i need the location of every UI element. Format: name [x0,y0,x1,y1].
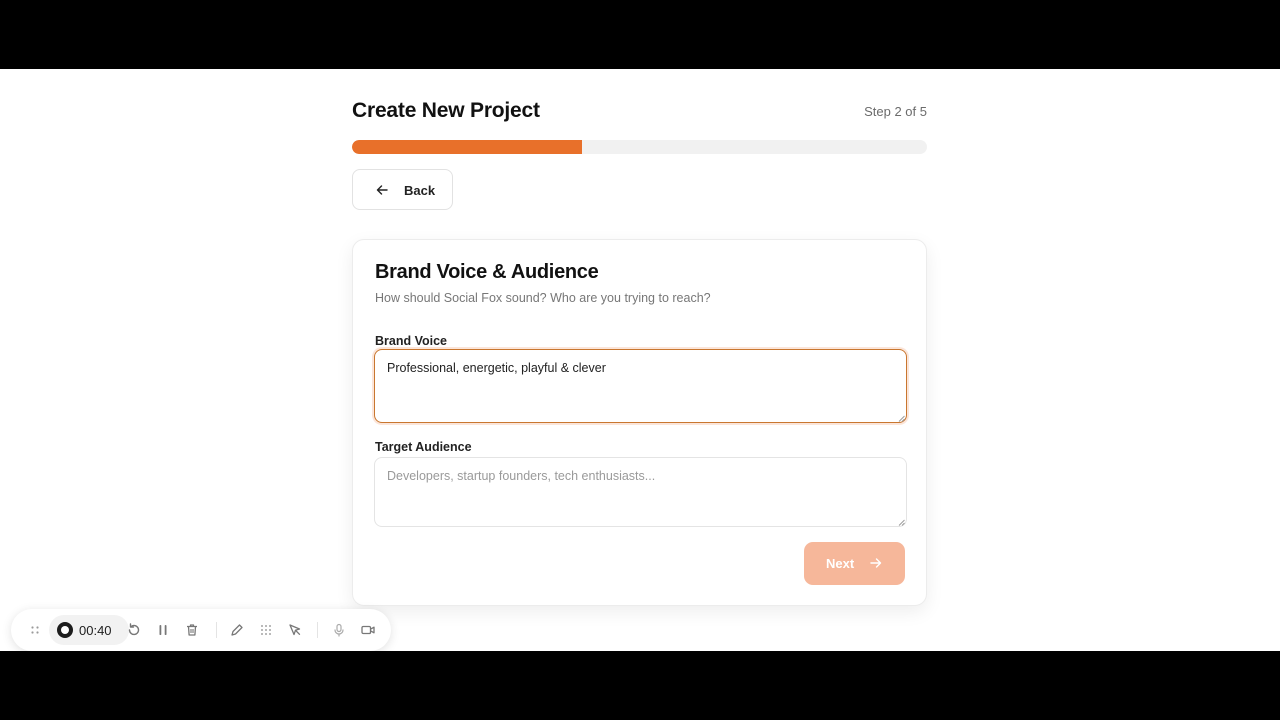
page-title: Create New Project [352,99,540,122]
grid-icon[interactable] [258,622,274,638]
step-indicator: Step 2 of 5 [864,104,927,119]
timer-text: 00:40 [79,623,112,638]
next-button[interactable]: Next [804,542,905,585]
recording-timer: 00:40 [49,615,129,645]
next-button-label: Next [826,556,855,571]
microphone-icon[interactable] [331,622,347,638]
wizard-header: Create New Project Step 2 of 5 [352,99,927,127]
target-audience-textarea[interactable] [374,457,907,527]
toolbar-divider [216,622,217,638]
restart-icon[interactable] [126,622,142,638]
drag-handle-icon[interactable] [27,622,43,638]
app-viewport: Create New Project Step 2 of 5 Back Bran… [0,69,1280,651]
back-button[interactable]: Back [352,169,453,210]
target-audience-label: Target Audience [375,440,472,454]
brand-voice-label: Brand Voice [375,334,448,348]
letterbox-bottom [0,651,1280,720]
toolbar-divider [317,622,318,638]
record-icon[interactable] [57,622,73,638]
arrow-left-icon [375,183,389,197]
arrow-right-icon [869,556,883,570]
recorder-toolbar: 00:40 [11,609,391,651]
camera-icon[interactable] [360,622,376,638]
card-subtitle: How should Social Fox sound? Who are you… [375,291,711,305]
trash-icon[interactable] [184,622,200,638]
pointer-icon[interactable] [287,622,303,638]
pause-icon[interactable] [155,622,171,638]
pen-icon[interactable] [229,622,245,638]
card-title: Brand Voice & Audience [375,261,599,283]
progress-bar [352,140,927,154]
letterbox-top [0,0,1280,69]
progress-bar-fill [352,140,582,154]
target-audience-resize-icon[interactable] [898,519,905,526]
brand-voice-textarea[interactable] [374,349,907,423]
brand-voice-resize-icon[interactable] [898,415,905,422]
brand-voice-card: Brand Voice & Audience How should Social… [352,239,927,606]
back-button-label: Back [404,183,436,198]
